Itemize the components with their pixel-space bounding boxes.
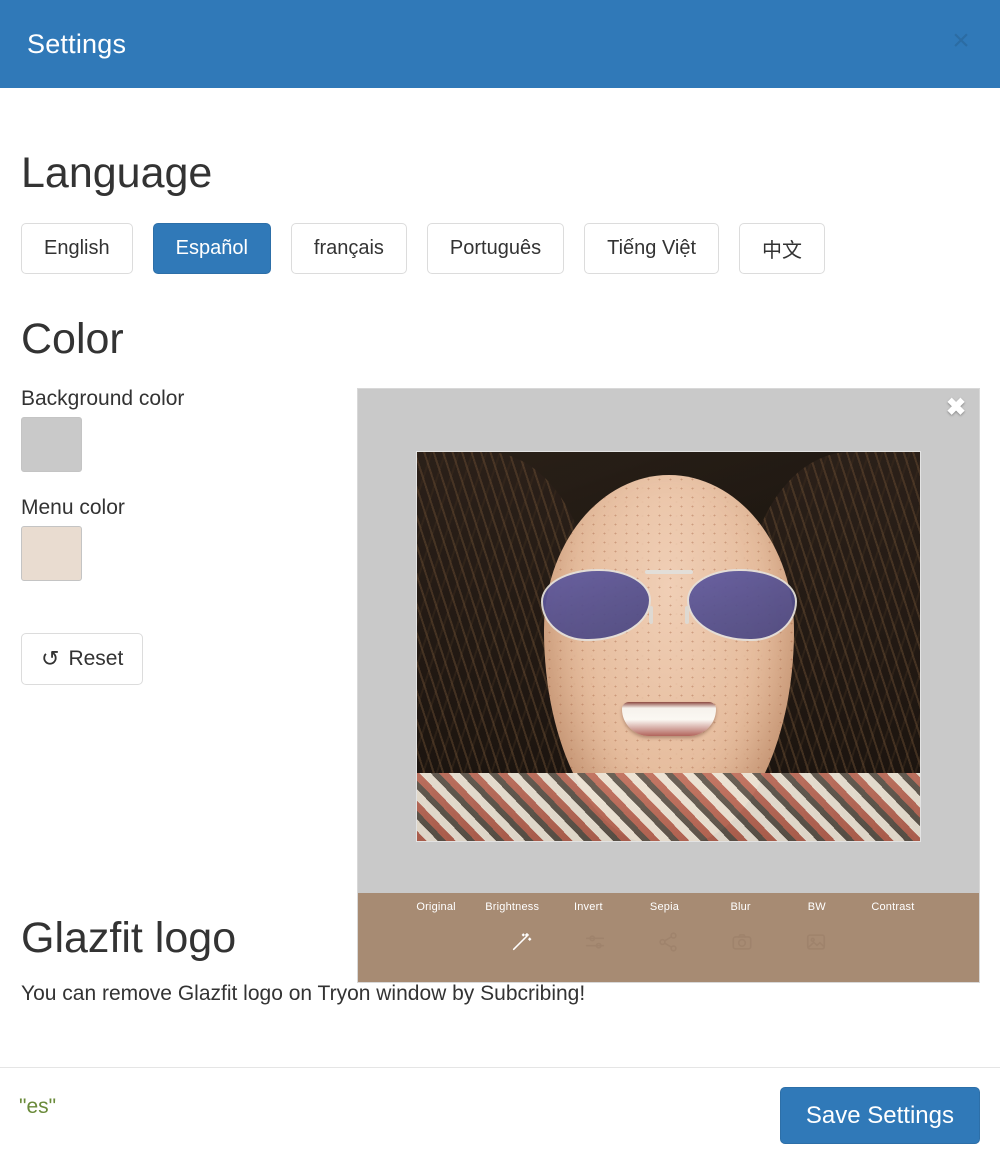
page-title: Settings — [27, 28, 127, 59]
modal-body: Language English Español français Portug… — [0, 89, 1000, 1067]
preview-close-icon[interactable]: ✖ — [944, 396, 968, 420]
filter-brightness[interactable]: Brightness — [474, 901, 550, 913]
modal-header: Settings × — [0, 0, 1000, 88]
sunglasses-nosepad-right — [684, 606, 689, 624]
filter-toolbar: Original Brightness Invert Sepia Blur BW… — [358, 893, 979, 982]
language-heading: Language — [21, 149, 213, 197]
gallery-icon[interactable] — [779, 925, 853, 959]
language-button-group: English Español français Português Tiếng… — [21, 223, 979, 275]
reset-button[interactable]: ↻ Reset — [21, 633, 144, 686]
tool-icon-row — [358, 925, 979, 959]
sunglasses-overlay — [540, 564, 797, 646]
filter-label-row: Original Brightness Invert Sepia Blur BW… — [358, 901, 979, 913]
photo-shoulders — [417, 773, 920, 841]
filter-original[interactable]: Original — [398, 901, 474, 913]
filter-bw[interactable]: BW — [779, 901, 855, 913]
menu-color-swatch[interactable] — [21, 526, 82, 582]
language-button-english[interactable]: English — [21, 223, 133, 275]
sunglasses-bridge — [644, 570, 693, 574]
color-section: Color Background color Menu color ↻ Rese… — [21, 315, 351, 686]
background-color-swatch[interactable] — [21, 417, 82, 473]
photo-smile — [621, 702, 716, 736]
filter-blur[interactable]: Blur — [703, 901, 779, 913]
undo-arrow-icon: ↻ — [41, 646, 60, 672]
glazfit-logo-note: You can remove Glazfit logo on Tryon win… — [21, 982, 586, 1006]
sunglasses-lens-left — [540, 569, 651, 641]
selected-language-code: "es" — [19, 1095, 57, 1118]
language-button-portugues[interactable]: Português — [426, 223, 565, 275]
share-icon[interactable] — [632, 925, 706, 959]
reset-button-label: Reset — [68, 647, 124, 671]
sunglasses-lens-right — [686, 569, 797, 641]
close-icon[interactable]: × — [944, 24, 978, 58]
sliders-icon[interactable] — [558, 925, 632, 959]
menu-color-label: Menu color — [21, 496, 125, 520]
camera-icon[interactable] — [705, 925, 779, 959]
filter-sepia[interactable]: Sepia — [626, 901, 702, 913]
language-button-tieng-viet[interactable]: Tiếng Việt — [584, 223, 720, 275]
save-settings-button[interactable]: Save Settings — [779, 1087, 980, 1144]
sunglasses-nosepad-left — [648, 606, 653, 624]
language-button-espanol[interactable]: Español — [152, 223, 271, 275]
magic-wand-icon[interactable] — [484, 925, 558, 959]
background-color-label: Background color — [21, 387, 185, 411]
language-button-chinese[interactable]: 中文 — [739, 223, 826, 275]
settings-modal: Settings × Language English Español fran… — [0, 0, 1000, 1169]
language-button-francais[interactable]: français — [290, 223, 407, 275]
language-section: Language English Español français Portug… — [21, 149, 979, 275]
preview-photo — [416, 451, 921, 842]
filter-contrast[interactable]: Contrast — [855, 901, 931, 913]
filter-invert[interactable]: Invert — [550, 901, 626, 913]
tryon-preview-panel: ✖ Original Brightness Invert Sepia Blur … — [357, 388, 980, 983]
color-heading: Color — [21, 315, 124, 363]
modal-footer: "es" Save Settings — [0, 1067, 1000, 1169]
